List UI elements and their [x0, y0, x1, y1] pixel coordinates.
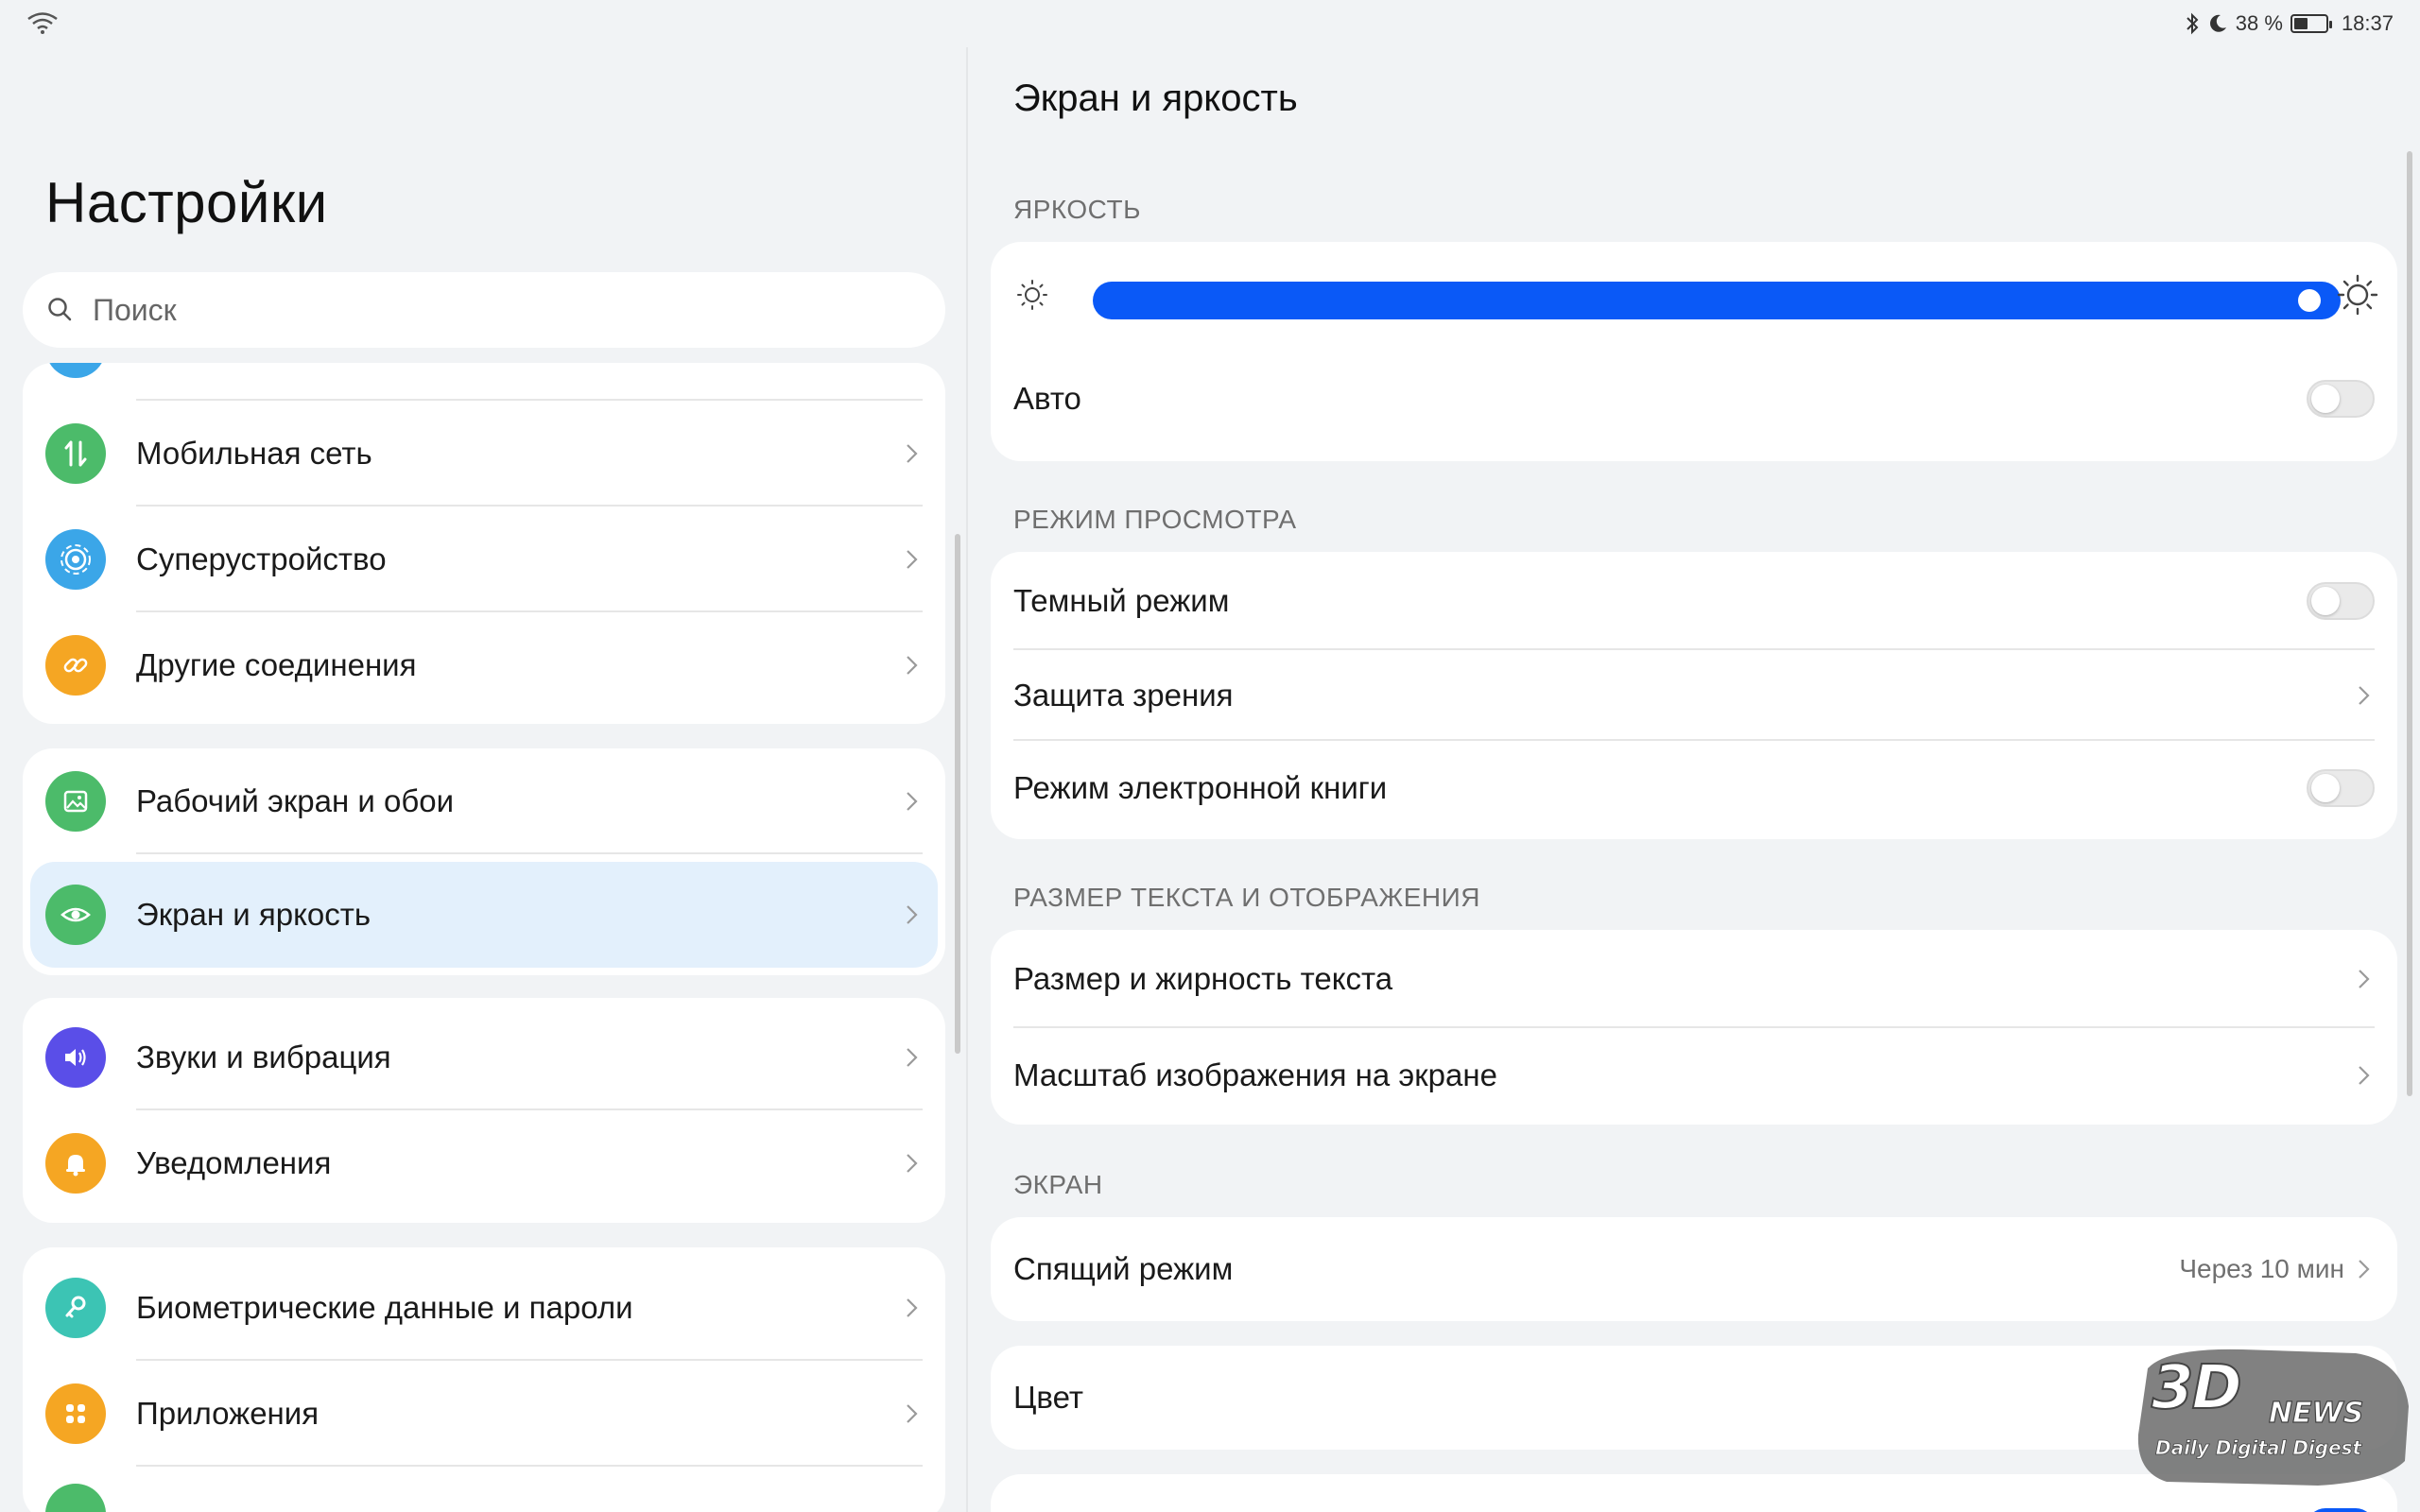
chevron-right-icon [2359, 1260, 2370, 1279]
font-size-row[interactable]: Размер и жирность текста [991, 930, 2397, 1028]
dark-mode-label: Темный режим [1013, 583, 1230, 618]
sidebar-item-other-connections[interactable]: Другие соединения [23, 612, 945, 718]
chevron-right-icon [2359, 686, 2370, 705]
chevron-right-icon [907, 550, 918, 569]
ebook-mode-toggle[interactable] [2307, 769, 2375, 807]
sidebar-item-apps[interactable]: Приложения [23, 1361, 945, 1467]
text-size-card: Размер и жирность текста Масштаб изображ… [991, 930, 2397, 1125]
sound-icon [45, 1027, 106, 1088]
brightness-high-icon [2337, 274, 2378, 316]
search-input[interactable] [93, 292, 906, 328]
search-icon [48, 298, 72, 321]
sidebar-item-label: Рабочий экран и обои [136, 783, 455, 818]
display-zoom-row[interactable]: Масштаб изображения на экране [991, 1028, 2397, 1123]
sleep-label: Спящий режим [1013, 1251, 1234, 1286]
sidebar-item-label: Биометрические данные и пароли [136, 1290, 633, 1325]
sidebar-item-display-brightness[interactable]: Экран и яркость [30, 862, 938, 968]
partial-icon [45, 363, 106, 378]
dark-mode-toggle[interactable] [2307, 582, 2375, 620]
display-zoom-label: Масштаб изображения на экране [1013, 1057, 1497, 1092]
chevron-right-icon [907, 1404, 918, 1423]
settings-group-sound: Звуки и вибрация Уведомления [23, 998, 945, 1223]
settings-group-security: Биометрические данные и пароли Приложени… [23, 1247, 945, 1512]
sidebar-item-label: Уведомления [136, 1145, 332, 1180]
sidebar-item-label: Приложения [136, 1396, 320, 1431]
sidebar-item-sounds[interactable]: Звуки и вибрация [23, 1005, 945, 1110]
section-header-brightness: ЯРКОСТЬ [1013, 195, 1141, 224]
color-label: Цвет [1013, 1380, 1083, 1415]
eye-icon [45, 885, 106, 945]
auto-brightness-label: Авто [1013, 381, 1081, 416]
right-scrollbar[interactable] [2407, 151, 2412, 1096]
bell-icon [45, 1133, 106, 1194]
watermark-3d: 3D [2151, 1352, 2243, 1424]
wallpaper-icon [45, 771, 106, 832]
settings-group-connectivity: Мобильная сеть Суперустройство Другие со… [23, 363, 945, 724]
sleep-value: Через 10 мин [2179, 1254, 2344, 1283]
partial-toggle[interactable] [2307, 1508, 2375, 1512]
left-scrollbar[interactable] [955, 534, 960, 1054]
chevron-right-icon [907, 656, 918, 675]
sidebar-item-super-device[interactable]: Суперустройство [23, 507, 945, 612]
super-device-icon [45, 529, 106, 590]
settings-group-display: Рабочий экран и обои Экран и яркость [23, 748, 945, 975]
brightness-track[interactable] [1093, 282, 2341, 319]
display-brightness-pane: Экран и яркость ЯРКОСТЬ Авто РЕЖИМ ПРОСМ… [968, 0, 2420, 1512]
sidebar-item-label: Звуки и вибрация [136, 1040, 391, 1074]
link-icon [45, 635, 106, 696]
sidebar-item-label: Другие соединения [136, 647, 417, 682]
partial-icon [45, 1484, 106, 1512]
chevron-right-icon [907, 905, 918, 924]
auto-brightness-row[interactable]: Авто [991, 348, 2397, 450]
eye-comfort-label: Защита зрения [1013, 678, 1234, 713]
settings-list-pane: Настройки Мобильная сеть Суперустройство [0, 0, 964, 1512]
divider [136, 1465, 923, 1467]
sidebar-item-label: Мобильная сеть [136, 436, 372, 471]
mobile-data-icon [45, 423, 106, 484]
chevron-right-icon [907, 444, 918, 463]
key-icon [45, 1278, 106, 1338]
section-header-view-mode: РЕЖИМ ПРОСМОТРА [1013, 505, 1297, 534]
sleep-row[interactable]: Спящий режим Через 10 мин [991, 1217, 2397, 1321]
detail-title: Экран и яркость [1013, 77, 1298, 119]
section-header-text-size: РАЗМЕР ТЕКСТА И ОТОБРАЖЕНИЯ [1013, 883, 1480, 912]
brightness-low-icon [1017, 280, 1047, 310]
sidebar-item-mobile-network[interactable]: Мобильная сеть [23, 401, 945, 507]
watermark-news: NEWS [2268, 1396, 2364, 1430]
sidebar-item-biometrics[interactable]: Биометрические данные и пароли [23, 1255, 945, 1361]
chevron-right-icon [907, 1298, 918, 1317]
sidebar-item-label: Суперустройство [136, 541, 387, 576]
search-bar[interactable] [23, 272, 945, 348]
chevron-right-icon [2359, 970, 2370, 988]
ebook-mode-row[interactable]: Режим электронной книги [991, 741, 2397, 835]
dark-mode-row[interactable]: Темный режим [991, 552, 2397, 650]
divider [136, 852, 923, 854]
watermark-tagline: Daily Digital Digest [2155, 1436, 2362, 1460]
chevron-right-icon [907, 792, 918, 811]
sidebar-item-notifications[interactable]: Уведомления [23, 1110, 945, 1216]
auto-brightness-toggle[interactable] [2307, 380, 2375, 418]
view-mode-card: Темный режим Защита зрения Режим электро… [991, 552, 2397, 839]
section-header-screen: ЭКРАН [1013, 1170, 1103, 1199]
sidebar-item-label: Экран и яркость [136, 897, 372, 932]
chevron-right-icon [2359, 1066, 2370, 1085]
chevron-right-icon [907, 1048, 918, 1067]
page-title: Настройки [45, 171, 328, 234]
brightness-card: Авто [991, 242, 2397, 461]
brightness-slider[interactable] [991, 242, 2397, 348]
apps-icon [45, 1383, 106, 1444]
ebook-mode-label: Режим электронной книги [1013, 770, 1388, 805]
brightness-thumb[interactable] [2298, 289, 2322, 312]
watermark-logo: 3D NEWS Daily Digital Digest [2129, 1340, 2412, 1501]
chevron-right-icon [907, 1154, 918, 1173]
sleep-card: Спящий режим Через 10 мин [991, 1217, 2397, 1321]
font-size-label: Размер и жирность текста [1013, 961, 1393, 996]
eye-comfort-row[interactable]: Защита зрения [991, 650, 2397, 741]
sidebar-item-home-wallpaper[interactable]: Рабочий экран и обои [23, 748, 945, 854]
